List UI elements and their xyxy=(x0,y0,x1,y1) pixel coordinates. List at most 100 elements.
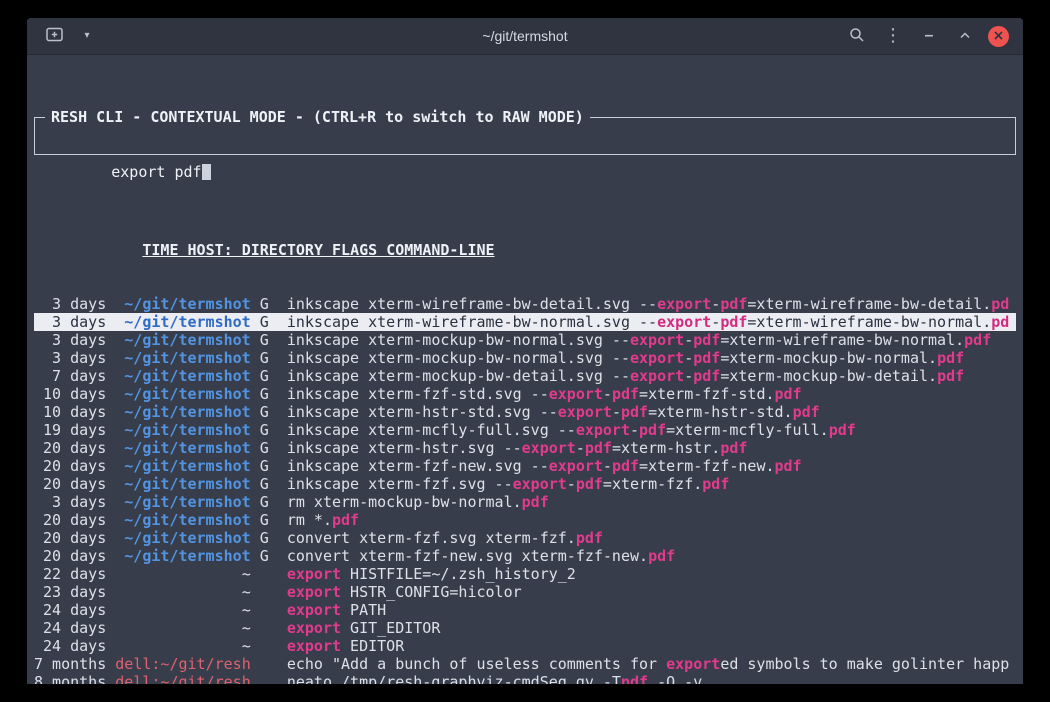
history-row[interactable]: 20 days ~/git/termshot G convert xterm-f… xyxy=(34,547,1016,565)
history-row[interactable]: 10 days ~/git/termshot G inkscape xterm-… xyxy=(34,385,1016,403)
row-flags xyxy=(260,637,269,655)
row-command: inkscape xterm-mockup-bw-detail.svg --ex… xyxy=(287,367,964,385)
row-flags: G xyxy=(260,385,269,403)
history-row[interactable]: 24 days ~ export EDITOR xyxy=(34,637,1016,655)
match-highlight: pdf xyxy=(576,529,603,547)
command-text: inkscape xterm-fzf-new.svg -- xyxy=(287,457,549,475)
row-flags: G xyxy=(260,493,269,511)
history-row[interactable]: 8 months dell:~/git/resh neato /tmp/resh… xyxy=(34,673,1016,684)
command-text: - xyxy=(711,295,720,313)
history-row[interactable]: 7 months dell:~/git/resh echo "Add a bun… xyxy=(34,655,1016,673)
command-text: =xterm-fzf. xyxy=(603,475,702,493)
chevron-down-icon: ▾ xyxy=(84,31,89,41)
row-flags: G xyxy=(260,547,269,565)
match-highlight: pdf xyxy=(693,331,720,349)
row-location: ~/git/termshot xyxy=(115,403,250,421)
history-row[interactable]: 20 days ~/git/termshot G convert xterm-f… xyxy=(34,529,1016,547)
history-row[interactable]: 23 days ~ export HSTR_CONFIG=hicolor xyxy=(34,583,1016,601)
row-time: 10 days xyxy=(34,403,106,421)
new-tab-icon xyxy=(46,27,63,45)
row-time: 20 days xyxy=(34,457,106,475)
tab-dropdown-button[interactable]: ▾ xyxy=(74,23,100,49)
row-flags: G xyxy=(260,367,269,385)
row-location: ~/git/termshot xyxy=(115,457,250,475)
history-row-selected[interactable]: 3 days ~/git/termshot G inkscape xterm-w… xyxy=(34,313,1016,331)
command-text: - xyxy=(612,403,621,421)
history-row[interactable]: 24 days ~ export PATH xyxy=(34,601,1016,619)
history-row[interactable]: 3 days ~/git/termshot G inkscape xterm-m… xyxy=(34,349,1016,367)
command-text: inkscape xterm-mockup-bw-normal.svg -- xyxy=(287,349,630,367)
match-highlight: pdf xyxy=(702,475,729,493)
history-row[interactable]: 3 days ~/git/termshot G inkscape xterm-m… xyxy=(34,331,1016,349)
match-highlight: export xyxy=(287,583,341,601)
minimize-button[interactable]: – xyxy=(916,23,942,49)
row-command: export HSTR_CONFIG=hicolor xyxy=(287,583,522,601)
command-text: =xterm-hstr. xyxy=(612,439,720,457)
command-text: =xterm-wireframe-bw-normal. xyxy=(720,331,964,349)
command-text: ed symbols to make golinter happ xyxy=(720,655,1009,673)
row-command: export PATH xyxy=(287,601,386,619)
row-flags: G xyxy=(260,313,269,331)
search-button[interactable] xyxy=(844,23,870,49)
row-time: 19 days xyxy=(34,421,106,439)
history-row[interactable]: 3 days ~/git/termshot G inkscape xterm-w… xyxy=(34,295,1016,313)
command-text: echo "Add a bunch of useless comments fo… xyxy=(287,655,666,673)
row-flags xyxy=(260,565,269,583)
menu-button[interactable]: ⋮ xyxy=(880,23,906,49)
search-box-title: RESH CLI - CONTEXTUAL MODE - (CTRL+R to … xyxy=(45,108,590,126)
row-time: 3 days xyxy=(34,313,106,331)
history-row[interactable]: 7 days ~/git/termshot G inkscape xterm-m… xyxy=(34,367,1016,385)
row-location: ~ xyxy=(115,583,250,601)
row-time: 23 days xyxy=(34,583,106,601)
history-row[interactable]: 20 days ~/git/termshot G inkscape xterm-… xyxy=(34,475,1016,493)
row-time: 3 days xyxy=(34,295,106,313)
command-text: - xyxy=(684,349,693,367)
row-flags xyxy=(260,601,269,619)
row-location: ~/git/termshot xyxy=(115,295,250,313)
text-cursor xyxy=(202,164,211,180)
history-row[interactable]: 20 days ~/git/termshot G inkscape xterm-… xyxy=(34,439,1016,457)
row-flags: G xyxy=(260,349,269,367)
command-text: =xterm-wireframe-bw-detail. xyxy=(747,295,991,313)
row-flags: G xyxy=(260,295,269,313)
row-time: 3 days xyxy=(34,331,106,349)
restore-button[interactable] xyxy=(952,23,978,49)
match-highlight: export xyxy=(576,421,630,439)
history-row[interactable]: 24 days ~ export GIT_EDITOR xyxy=(34,619,1016,637)
row-time: 10 days xyxy=(34,385,106,403)
row-flags: G xyxy=(260,439,269,457)
match-highlight: pdf xyxy=(720,439,747,457)
history-row[interactable]: 10 days ~/git/termshot G inkscape xterm-… xyxy=(34,403,1016,421)
search-query-input[interactable]: export pdf xyxy=(111,163,201,181)
row-command: inkscape xterm-mcfly-full.svg --export-p… xyxy=(287,421,856,439)
row-time: 20 days xyxy=(34,439,106,457)
row-location: ~/git/termshot xyxy=(115,493,250,511)
command-text: - xyxy=(684,331,693,349)
command-text: - xyxy=(711,313,720,331)
match-highlight: pdf xyxy=(693,367,720,385)
row-command: echo "Add a bunch of useless comments fo… xyxy=(287,655,1009,673)
search-icon xyxy=(849,27,865,46)
history-row[interactable]: 22 days ~ export HISTFILE=~/.zsh_history… xyxy=(34,565,1016,583)
close-button[interactable]: × xyxy=(988,26,1009,47)
row-command: inkscape xterm-hstr-std.svg --export-pdf… xyxy=(287,403,820,421)
row-command: convert xterm-fzf-new.svg xterm-fzf-new.… xyxy=(287,547,675,565)
history-row[interactable]: 3 days ~/git/termshot G rm xterm-mockup-… xyxy=(34,493,1016,511)
history-row[interactable]: 20 days ~/git/termshot G inkscape xterm-… xyxy=(34,457,1016,475)
command-text: inkscape xterm-wireframe-bw-normal.svg -… xyxy=(287,313,657,331)
match-highlight: export xyxy=(287,619,341,637)
command-text: rm *. xyxy=(287,511,332,529)
row-location: ~ xyxy=(115,637,250,655)
history-row[interactable]: 19 days ~/git/termshot G inkscape xterm-… xyxy=(34,421,1016,439)
row-time: 20 days xyxy=(34,547,106,565)
command-text: inkscape xterm-hstr.svg -- xyxy=(287,439,522,457)
row-command: inkscape xterm-mockup-bw-normal.svg --ex… xyxy=(287,331,991,349)
command-text: EDITOR xyxy=(341,637,404,655)
new-tab-button[interactable] xyxy=(41,23,67,49)
row-command: rm *.pdf xyxy=(287,511,359,529)
search-box[interactable]: RESH CLI - CONTEXTUAL MODE - (CTRL+R to … xyxy=(34,117,1016,155)
match-highlight: pdf xyxy=(937,367,964,385)
history-row[interactable]: 20 days ~/git/termshot G rm *.pdf xyxy=(34,511,1016,529)
match-highlight: export xyxy=(630,349,684,367)
table-header-text: TIME HOST: DIRECTORY FLAGS COMMAND-LINE xyxy=(142,241,494,259)
